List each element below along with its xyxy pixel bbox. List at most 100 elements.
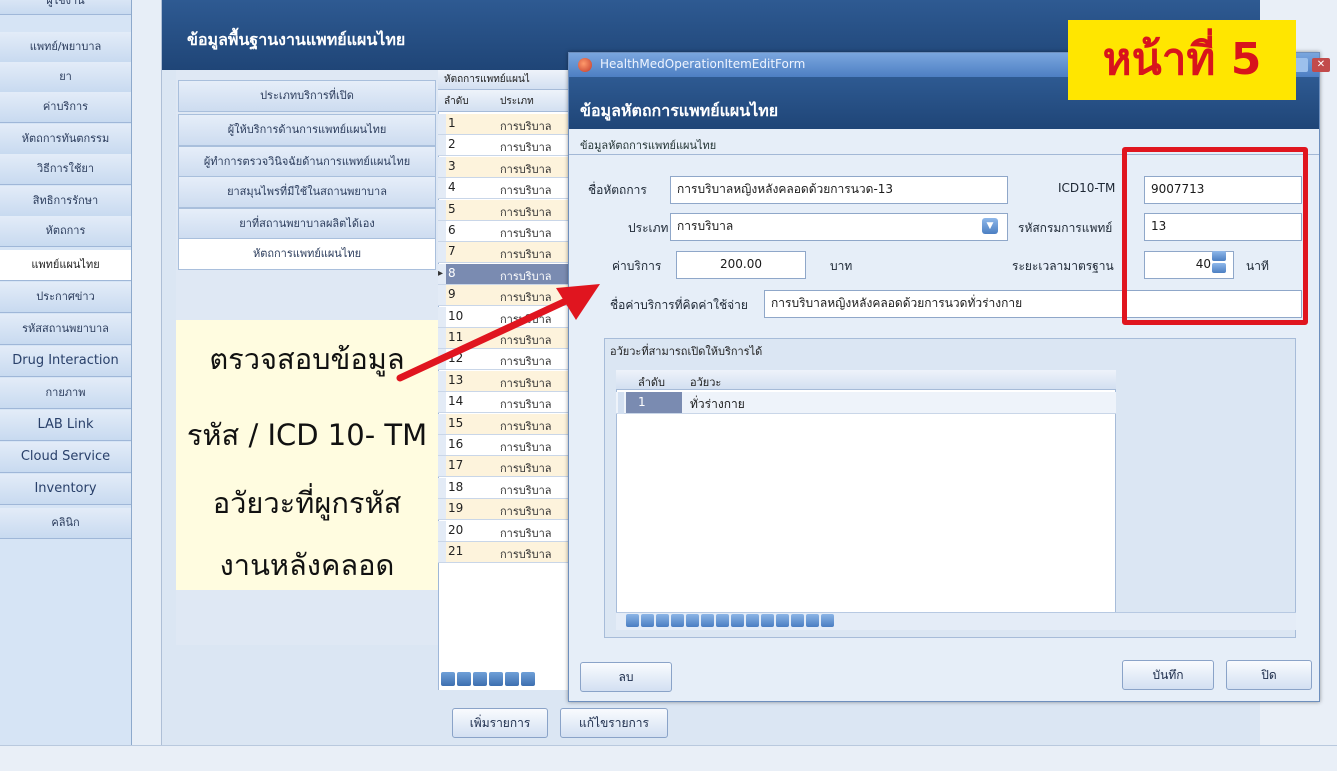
table-row[interactable]: 15 การบริบาล <box>438 413 568 435</box>
edit-item-button[interactable]: แก้ไขรายการ <box>560 708 668 738</box>
filter-icon[interactable] <box>806 614 819 627</box>
last-icon[interactable] <box>701 614 714 627</box>
add-icon[interactable] <box>716 614 729 627</box>
sidebar-item-15[interactable]: Inventory <box>0 474 131 505</box>
dropdown-icon[interactable] <box>821 614 834 627</box>
prev-record-icon[interactable] <box>473 672 487 686</box>
next-icon[interactable] <box>671 614 684 627</box>
save-button[interactable]: บันทึก <box>1122 660 1214 690</box>
fee-field[interactable]: 200.00 <box>676 251 806 279</box>
category-item-3[interactable]: ยาสมุนไพรที่มีใช้ในสถานพยาบาล <box>178 176 436 208</box>
row-order: 20 <box>448 522 464 537</box>
row-indicator[interactable] <box>438 242 446 263</box>
row-indicator[interactable] <box>438 456 446 477</box>
row-indicator[interactable] <box>438 499 446 520</box>
first-icon[interactable] <box>626 614 639 627</box>
row-indicator[interactable] <box>438 435 446 455</box>
prev-page-icon[interactable] <box>457 672 471 686</box>
row-indicator[interactable] <box>438 178 446 199</box>
next-record-icon[interactable] <box>489 672 503 686</box>
category-item-0[interactable]: ประเภทบริการที่เปิด <box>178 80 436 112</box>
edit-icon[interactable] <box>746 614 759 627</box>
table-row[interactable]: 6 การบริบาล <box>438 221 568 242</box>
refresh-icon[interactable] <box>791 614 804 627</box>
last-record-icon[interactable] <box>521 672 535 686</box>
sidebar-item-2[interactable]: ยา <box>0 62 131 93</box>
sidebar-item-7[interactable]: หัตถการ <box>0 216 131 247</box>
chevron-down-icon[interactable]: ▼ <box>982 218 998 234</box>
row-indicator[interactable] <box>438 221 446 241</box>
row-order: 17 <box>448 458 464 473</box>
first-record-icon[interactable] <box>441 672 455 686</box>
sidebar-item-1[interactable]: แพทย์/พยาบาล <box>0 32 131 63</box>
row-indicator[interactable] <box>438 199 446 220</box>
sidebar-item-0[interactable]: ผู้ใช้งาน <box>0 0 131 15</box>
procedure-grid-columns: ลำดับ ประเภท <box>438 90 568 112</box>
close-button[interactable]: ปิด <box>1226 660 1312 690</box>
remove-icon[interactable] <box>731 614 744 627</box>
sidebar-item-13[interactable]: LAB Link <box>0 410 131 441</box>
row-indicator[interactable] <box>438 520 446 541</box>
delete-button[interactable]: ลบ <box>580 662 672 692</box>
category-item-4[interactable]: ยาที่สถานพยาบาลผลิตได้เอง <box>178 208 436 240</box>
row-type: การบริบาล <box>500 120 552 133</box>
window-controls[interactable]: ✕ <box>1290 54 1334 76</box>
sidebar-item-6[interactable]: สิทธิการรักษา <box>0 186 131 217</box>
prev-page-icon[interactable] <box>641 614 654 627</box>
procedure-name-field[interactable]: การบริบาลหญิงหลังคลอดด้วยการนวด-13 <box>670 176 1008 204</box>
organ-col-order[interactable]: ลำดับ <box>638 373 665 391</box>
confirm-icon[interactable] <box>761 614 774 627</box>
sidebar-item-9[interactable]: ประกาศข่าว <box>0 282 131 313</box>
category-item-1[interactable]: ผู้ให้บริการด้านการแพทย์แผนไทย <box>178 114 436 146</box>
table-row[interactable]: 5 การบริบาล <box>438 199 568 221</box>
grid-col-type[interactable]: ประเภท <box>500 94 534 109</box>
sidebar-item-3[interactable]: ค่าบริการ <box>0 92 131 123</box>
sidebar-item-16[interactable]: คลินิก <box>0 508 131 539</box>
table-row[interactable]: 17 การบริบาล <box>438 456 568 478</box>
prev-icon[interactable] <box>656 614 669 627</box>
table-row[interactable]: 19 การบริบาล <box>438 499 568 521</box>
next-page-icon[interactable] <box>686 614 699 627</box>
sidebar-item-5[interactable]: วิธีการใช้ยา <box>0 154 131 185</box>
table-row[interactable]: 1 การบริบาล <box>438 114 568 135</box>
row-type: การบริบาล <box>500 526 552 540</box>
table-row[interactable]: 14 การบริบาล <box>438 392 568 414</box>
add-item-button[interactable]: เพิ่มรายการ <box>452 708 548 738</box>
type-select[interactable]: การบริบาล <box>670 213 1008 241</box>
cancel-icon[interactable] <box>776 614 789 627</box>
next-page-icon[interactable] <box>505 672 519 686</box>
organ-col-name[interactable]: อวัยวะ <box>690 373 721 391</box>
row-indicator[interactable] <box>438 413 446 434</box>
close-icon[interactable]: ✕ <box>1312 58 1330 72</box>
row-indicator[interactable] <box>438 156 446 177</box>
table-row[interactable]: 7 การบริบาล <box>438 242 568 264</box>
table-row[interactable]: 2 การบริบาล <box>438 135 568 157</box>
sidebar-item-8[interactable]: แพทย์แผนไทย <box>0 250 131 281</box>
grid-col-order[interactable]: ลำดับ <box>444 94 469 109</box>
table-row[interactable]: 1 ทั่วร่างกาย <box>616 392 1116 414</box>
annotation-line-3: อวัยวะที่ผูกรหัส <box>212 486 402 520</box>
sidebar-item-11[interactable]: Drug Interaction <box>0 346 131 377</box>
row-indicator[interactable] <box>438 135 446 156</box>
row-indicator[interactable] <box>438 542 446 562</box>
sidebar-item-12[interactable]: กายภาพ <box>0 378 131 409</box>
row-indicator[interactable] <box>438 114 446 134</box>
sidebar-item-14[interactable]: Cloud Service <box>0 442 131 473</box>
row-type: การบริบาล <box>500 398 552 412</box>
row-indicator[interactable] <box>438 392 446 413</box>
table-row[interactable]: 3 การบริบาล <box>438 156 568 178</box>
highlight-box <box>1122 147 1308 325</box>
table-row[interactable]: 4 การบริบาล <box>438 178 568 200</box>
table-row[interactable]: 16 การบริบาล <box>438 435 568 456</box>
row-indicator[interactable] <box>438 477 446 498</box>
grid-navigator[interactable] <box>441 672 568 688</box>
status-strip <box>0 745 1337 771</box>
table-row[interactable]: 18 การบริบาล <box>438 477 568 499</box>
sidebar-item-4[interactable]: หัตถการทันตกรรม <box>0 124 131 155</box>
sidebar-item-10[interactable]: รหัสสถานพยาบาล <box>0 314 131 345</box>
table-row[interactable]: 20 การบริบาล <box>438 520 568 542</box>
category-item-2[interactable]: ผู้ทำการตรวจวินิจฉัยด้านการแพทย์แผนไทย <box>178 146 436 178</box>
organ-navigator[interactable] <box>626 614 836 628</box>
category-item-5[interactable]: หัตถการแพทย์แผนไทย <box>178 238 436 270</box>
table-row[interactable]: 21 การบริบาล <box>438 542 568 563</box>
